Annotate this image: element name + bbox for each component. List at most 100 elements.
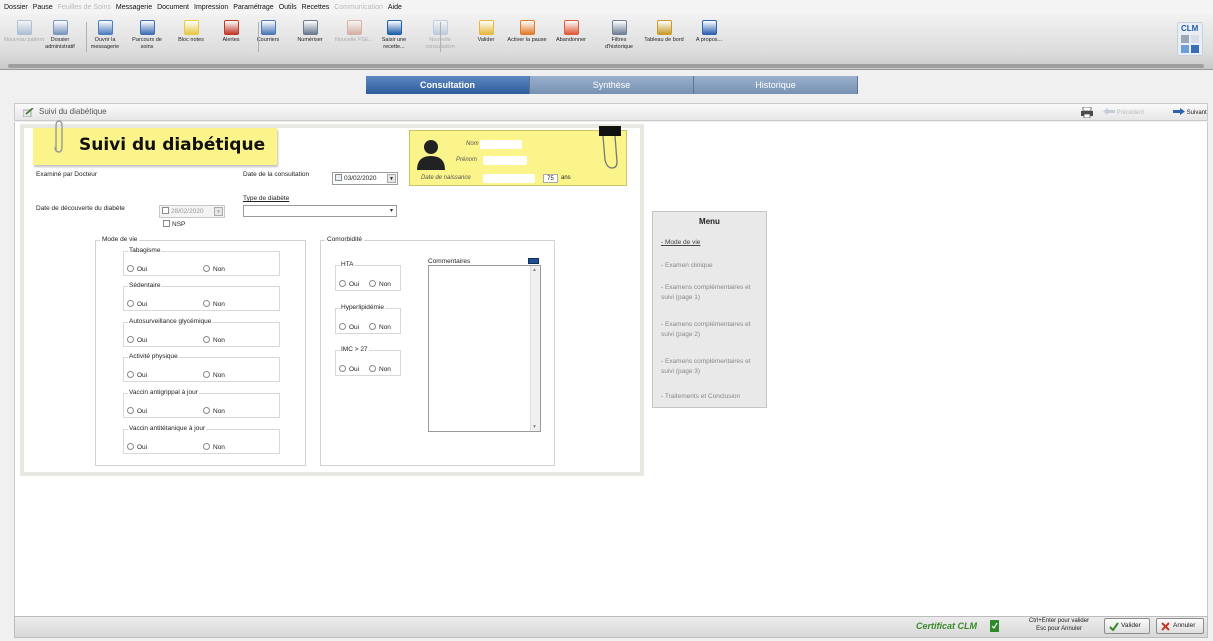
radio-label: Non: [213, 301, 225, 308]
chevron-down-icon[interactable]: ▼: [387, 174, 396, 183]
radio-circle[interactable]: [127, 443, 134, 450]
radio-no[interactable]: Non: [369, 280, 391, 288]
scroll-up-icon[interactable]: ▲: [532, 267, 537, 273]
date-consultation-checkbox[interactable]: [335, 174, 342, 181]
side-menu-item-0[interactable]: - Mode de vie: [661, 238, 765, 248]
radio-yes[interactable]: Oui: [339, 280, 359, 288]
menu-impression[interactable]: Impression: [194, 4, 228, 11]
radio-circle[interactable]: [369, 323, 376, 330]
menu-recettes[interactable]: Recettes: [302, 4, 330, 11]
alert-icon: [223, 20, 239, 35]
radio-yes[interactable]: Oui: [127, 300, 147, 308]
radio-yes[interactable]: Oui: [339, 365, 359, 373]
side-menu-item-4[interactable]: - Examens complémentaires et suivi (page…: [661, 357, 765, 377]
menu-dossier[interactable]: Dossier: [4, 4, 28, 11]
radio-circle[interactable]: [339, 365, 346, 372]
side-menu-item-5[interactable]: - Traitements et Conclusion: [661, 392, 765, 402]
form-titlebar: Suivi du diabétique Précédent Suivant: [14, 103, 1208, 121]
radio-no[interactable]: Non: [203, 443, 225, 451]
patient-age-unit: ans: [561, 175, 571, 181]
toolbar-button-8: Nouvelle FSE...: [332, 20, 376, 44]
radio-yes[interactable]: Oui: [127, 407, 147, 415]
radio-yes[interactable]: Oui: [127, 443, 147, 451]
radio-group: Vaccin antigrippal à jour Oui Non: [123, 389, 280, 418]
toolbar-button-15[interactable]: Tableau de bord: [642, 20, 686, 44]
radio-circle[interactable]: [369, 365, 376, 372]
cancel-button[interactable]: Annuler: [1156, 618, 1204, 634]
radio-circle[interactable]: [203, 300, 210, 307]
toolbar-button-11[interactable]: Valider: [464, 20, 508, 44]
radio-no[interactable]: Non: [203, 371, 225, 379]
menu-aide[interactable]: Aide: [388, 4, 402, 11]
radio-label: Non: [213, 337, 225, 344]
toolbar-button-14[interactable]: Filtres d'historique: [597, 20, 641, 50]
radio-no[interactable]: Non: [203, 336, 225, 344]
radio-circle[interactable]: [203, 336, 210, 343]
radio-no[interactable]: Non: [203, 300, 225, 308]
radio-yes[interactable]: Oui: [127, 265, 147, 273]
radio-yes[interactable]: Oui: [339, 323, 359, 331]
radio-no[interactable]: Non: [203, 265, 225, 273]
toolbar-button-12[interactable]: Activer la pause: [505, 20, 549, 44]
letters-icon: [260, 20, 276, 35]
commentaires-textarea[interactable]: ▲ ▼: [428, 265, 541, 432]
date-consultation-picker[interactable]: 03/02/2020 ▼: [332, 172, 398, 185]
side-menu-item-2[interactable]: - Examens complémentaires et suivi (page…: [661, 283, 765, 303]
patient-card: Nom Prénom Date de naissance 75 ans: [409, 130, 627, 186]
toolbar-button-6[interactable]: Courriers: [246, 20, 290, 44]
previous-button: Précédent: [1103, 108, 1144, 116]
nsp-checkbox[interactable]: NSP: [163, 220, 185, 228]
radio-circle[interactable]: [127, 265, 134, 272]
toolbar-button-2[interactable]: Ouvrir la messagerie: [83, 20, 127, 50]
toolbar-button-16[interactable]: A propos...: [687, 20, 731, 44]
radio-circle[interactable]: [127, 300, 134, 307]
radio-label: Oui: [137, 337, 148, 344]
radio-yes[interactable]: Oui: [127, 336, 147, 344]
radio-no[interactable]: Non: [203, 407, 225, 415]
menu-document[interactable]: Document: [157, 4, 189, 11]
next-button[interactable]: Suivant: [1173, 108, 1207, 116]
radio-circle[interactable]: [127, 336, 134, 343]
type-diabete-select[interactable]: ▾: [243, 205, 397, 217]
radio-circle[interactable]: [127, 371, 134, 378]
logo-square: [1191, 45, 1199, 53]
nsp-checkbox-box[interactable]: [163, 220, 170, 227]
radio-circle[interactable]: [369, 280, 376, 287]
toolbar-button-1[interactable]: Dossier administratif: [38, 20, 82, 50]
tab-historique[interactable]: Historique: [694, 76, 858, 94]
radio-label: Non: [379, 324, 391, 331]
toolbar-button-13[interactable]: Abandonner: [549, 20, 593, 44]
radio-circle[interactable]: [127, 407, 134, 414]
radio-yes[interactable]: Oui: [127, 371, 147, 379]
radio-circle[interactable]: [203, 371, 210, 378]
validate-button[interactable]: Valider: [1104, 618, 1150, 634]
scroll-down-icon[interactable]: ▼: [532, 424, 537, 430]
radio-circle[interactable]: [339, 280, 346, 287]
patient-silhouette-icon: [417, 140, 445, 170]
radio-circle[interactable]: [339, 323, 346, 330]
radio-no[interactable]: Non: [369, 323, 391, 331]
radio-group-label: Vaccin antitétanique à jour: [128, 425, 207, 432]
menu-messagerie[interactable]: Messagerie: [116, 4, 152, 11]
comments-more-button[interactable]: [528, 258, 539, 264]
radio-circle[interactable]: [203, 407, 210, 414]
tab-consultation[interactable]: Consultation: [366, 76, 530, 94]
toolbar-button-3[interactable]: Parcours de soins: [125, 20, 169, 50]
toolbar-button-label: Activer la pause: [507, 37, 547, 43]
menu-parametrage[interactable]: Paramétrage: [233, 4, 273, 11]
radio-no[interactable]: Non: [369, 365, 391, 373]
menu-pause[interactable]: Pause: [33, 4, 53, 11]
radio-circle[interactable]: [203, 265, 210, 272]
radio-circle[interactable]: [203, 443, 210, 450]
toolbar-button-9[interactable]: Saisir une recette...: [372, 20, 416, 50]
menu-outils[interactable]: Outils: [279, 4, 297, 11]
side-menu-item-1[interactable]: - Examen clinique: [661, 261, 765, 271]
side-menu-item-3[interactable]: - Examens complémentaires et suivi (page…: [661, 320, 765, 340]
comments-scrollbar[interactable]: ▲ ▼: [530, 266, 540, 431]
tab-synthese[interactable]: Synthèse: [530, 76, 694, 94]
toolbar-button-4[interactable]: Bloc notes: [169, 20, 213, 44]
radio-label: Oui: [349, 366, 360, 373]
new-patient-icon: [16, 20, 32, 35]
printer-icon[interactable]: [1081, 107, 1093, 118]
toolbar-button-7[interactable]: Numériser: [288, 20, 332, 44]
